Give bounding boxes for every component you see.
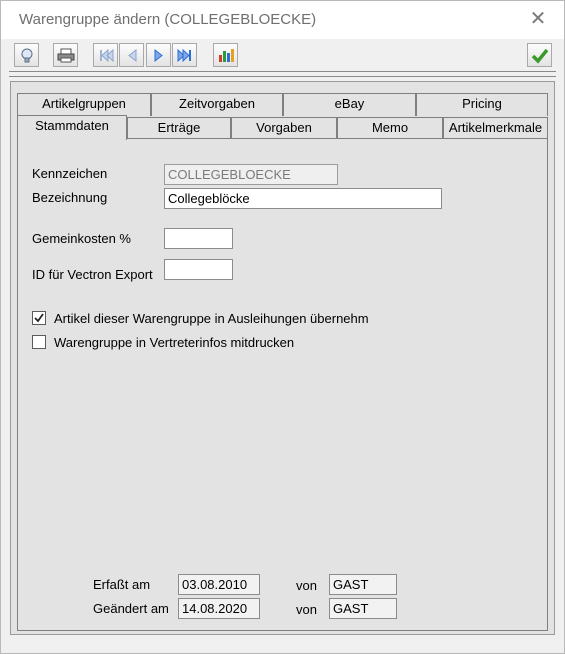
hint-icon — [21, 48, 33, 63]
tab-label: Erträge — [157, 120, 201, 135]
separator — [9, 71, 556, 72]
tab-label: Vorgaben — [256, 120, 312, 135]
tab-content — [17, 139, 548, 631]
vertreterinfos-checkbox[interactable] — [32, 335, 46, 349]
kennzeichen-label: Kennzeichen — [32, 166, 108, 181]
tab-ertraege[interactable]: Erträge — [127, 117, 231, 139]
tab-label: Zeitvorgaben — [179, 96, 255, 111]
vectron-field[interactable] — [164, 259, 233, 280]
prev-record-icon — [128, 48, 137, 63]
erfasst-user-field: GAST — [329, 574, 397, 595]
last-record-button[interactable] — [172, 43, 197, 67]
first-record-icon — [100, 48, 114, 63]
tab-memo[interactable]: Memo — [337, 117, 443, 139]
geaendert-date-field: 14.08.2020 — [178, 598, 260, 619]
tab-label: Artikelgruppen — [42, 96, 126, 111]
window-title: Warengruppe ändern (COLLEGEBLOECKE) — [19, 11, 317, 28]
erfasst-date-field: 03.08.2010 — [178, 574, 260, 595]
tab-pricing[interactable]: Pricing — [416, 93, 548, 116]
title-bar: Warengruppe ändern (COLLEGEBLOECKE) ✕ — [1, 1, 564, 39]
bezeichnung-field[interactable]: Collegeblöcke — [164, 188, 442, 209]
print-icon — [57, 48, 75, 63]
geaendert-user-field: GAST — [329, 598, 397, 619]
tab-artikelgruppen[interactable]: Artikelgruppen — [17, 93, 151, 116]
print-button[interactable] — [53, 43, 78, 67]
vectron-label: ID für Vectron Export — [32, 267, 153, 282]
tab-label: Stammdaten — [35, 118, 109, 133]
tab-label: Memo — [371, 120, 409, 135]
kennzeichen-field: COLLEGEBLOECKE — [164, 164, 338, 185]
ausleihungen-checkbox[interactable] — [32, 311, 46, 325]
ausleihungen-label: Artikel dieser Warengruppe in Ausleihung… — [54, 311, 369, 326]
close-icon[interactable]: ✕ — [526, 7, 550, 31]
tab-artikelmerkmale[interactable]: Artikelmerkmale — [443, 117, 548, 139]
next-record-button[interactable] — [146, 43, 171, 67]
statistics-icon — [219, 49, 234, 62]
confirm-icon — [531, 48, 549, 64]
bezeichnung-label: Bezeichnung — [32, 190, 108, 205]
confirm-button[interactable] — [527, 43, 552, 67]
tab-stammdaten[interactable]: Stammdaten — [17, 115, 127, 140]
next-record-icon — [154, 48, 163, 63]
statistics-button[interactable] — [213, 43, 238, 67]
gemeinkosten-field[interactable] — [164, 228, 233, 249]
erfasst-von-label: von — [296, 578, 317, 593]
last-record-icon — [177, 48, 191, 63]
tab-vorgaben[interactable]: Vorgaben — [231, 117, 337, 139]
erfasst-label: Erfaßt am — [93, 577, 151, 592]
tab-ebay[interactable]: eBay — [283, 93, 416, 116]
checkmark-icon — [34, 313, 44, 323]
separator — [9, 76, 556, 77]
geaendert-von-label: von — [296, 602, 317, 617]
prev-record-button[interactable] — [119, 43, 144, 67]
geaendert-label: Geändert am — [93, 601, 169, 616]
first-record-button[interactable] — [93, 43, 118, 67]
tab-label: Artikelmerkmale — [448, 120, 543, 135]
vertreterinfos-label: Warengruppe in Vertreterinfos mitdrucken — [54, 335, 295, 350]
dialog-window: Warengruppe ändern (COLLEGEBLOECKE) ✕ Ar… — [0, 0, 565, 654]
hint-button[interactable] — [14, 43, 39, 67]
tab-zeitvorgaben[interactable]: Zeitvorgaben — [151, 93, 283, 116]
tab-label: Pricing — [462, 96, 502, 111]
toolbar — [1, 39, 564, 73]
gemeinkosten-label: Gemeinkosten % — [32, 231, 131, 246]
tab-label: eBay — [334, 96, 365, 111]
